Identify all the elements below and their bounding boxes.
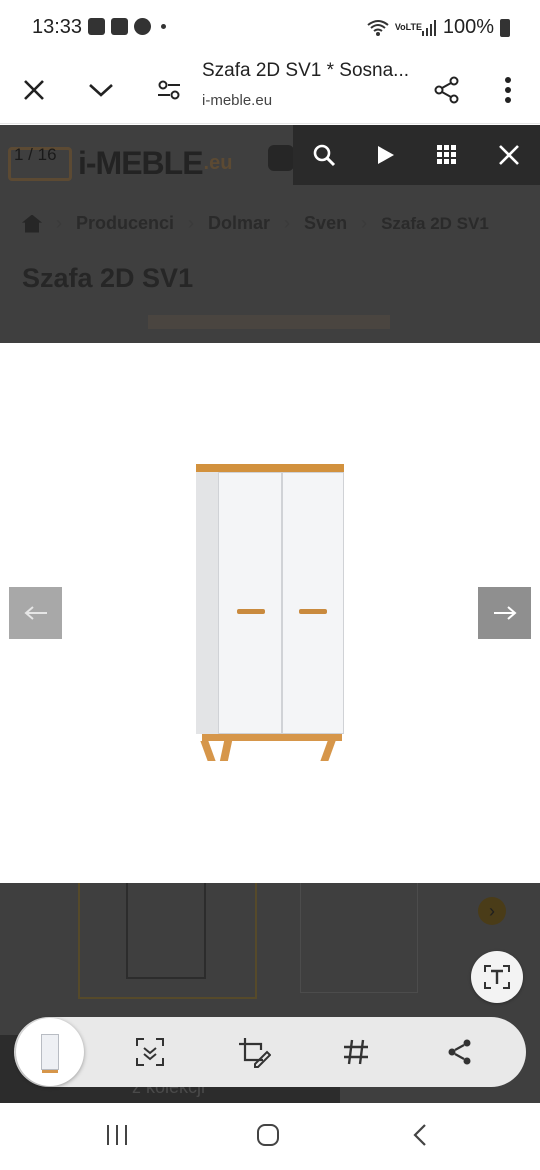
site-settings-button[interactable] — [145, 66, 193, 114]
zoom-button[interactable] — [293, 125, 355, 185]
page-title-label: Szafa 2D SV1 * Sosna... — [202, 60, 410, 81]
battery-percent: 100% — [442, 16, 494, 38]
breadcrumb-item: Sven — [304, 213, 348, 233]
product-image-edge — [148, 315, 390, 329]
text-scan-icon — [484, 965, 510, 989]
recents-icon — [107, 1125, 127, 1145]
tune-icon — [158, 80, 180, 100]
volte-label: VoLTE — [394, 22, 423, 32]
recent-apps-button[interactable] — [92, 1115, 142, 1155]
minimize-button[interactable] — [77, 66, 125, 114]
logo-text: i-MEBLE — [78, 145, 204, 181]
arrow-right-icon — [493, 606, 517, 620]
product-image — [194, 464, 346, 762]
breadcrumb-separator: › — [284, 213, 291, 233]
more-vert-icon — [505, 77, 511, 103]
hashtag-icon — [344, 1039, 368, 1065]
breadcrumb-separator: › — [188, 213, 195, 233]
home-icon — [257, 1124, 279, 1146]
thumbnail-item — [300, 883, 418, 993]
play-icon — [377, 146, 394, 164]
share-screenshot-button[interactable] — [434, 1026, 486, 1078]
status-time: 13:33 — [32, 16, 83, 38]
back-icon — [413, 1124, 426, 1146]
notification-icons — [88, 18, 166, 35]
breadcrumb-item: Dolmar — [208, 213, 271, 233]
breadcrumb-separator: › — [361, 213, 368, 233]
share-icon — [448, 1039, 471, 1065]
arrow-left-icon — [23, 606, 47, 620]
image-icon — [88, 18, 105, 35]
breadcrumb-item: Szafa 2D SV1 — [381, 213, 489, 233]
zoom-icon — [313, 144, 335, 167]
thumbnail-next-icon: › — [478, 897, 506, 925]
next-image-button[interactable] — [478, 587, 531, 639]
add-tags-button[interactable] — [330, 1026, 382, 1078]
phone-icon — [268, 145, 294, 171]
status-bar: 13:33 VoLTE 100% — [0, 0, 540, 56]
edit-screenshot-button[interactable] — [228, 1026, 280, 1078]
extract-text-button[interactable] — [471, 951, 523, 1003]
crop-edit-icon — [239, 1038, 271, 1068]
breadcrumb: › Producenci › Dolmar › Sven › Szafa 2D … — [22, 213, 489, 234]
battery-icon — [500, 18, 510, 37]
thumbnail-item — [78, 883, 257, 999]
share-button[interactable] — [423, 66, 471, 114]
facebook-icon — [134, 18, 151, 35]
image-counter: 1 / 16 — [14, 145, 57, 164]
chevron-down-icon — [89, 84, 113, 97]
lightbox-toolbar — [293, 125, 540, 185]
system-nav-bar — [0, 1103, 540, 1170]
screenshot-preview[interactable] — [16, 1018, 84, 1086]
more-options-button[interactable] — [484, 66, 532, 114]
breadcrumb-item: Producenci — [76, 213, 175, 233]
slideshow-button[interactable] — [355, 125, 417, 185]
home-icon — [22, 214, 42, 233]
status-right: VoLTE 100% — [367, 16, 510, 39]
wifi-icon — [367, 19, 389, 36]
checkbox-icon — [111, 18, 128, 35]
back-button[interactable] — [395, 1115, 445, 1155]
close-lightbox-button[interactable] — [478, 125, 540, 185]
dot-icon — [161, 24, 166, 29]
wardrobe-thumbnail-icon — [41, 1034, 59, 1073]
close-tab-button[interactable] — [10, 66, 58, 114]
scroll-capture-icon — [136, 1038, 164, 1066]
logo-suffix: .eu — [203, 152, 233, 174]
browser-toolbar: Szafa 2D SV1 * Sosna... i-meble.eu — [0, 56, 540, 124]
scroll-capture-button[interactable] — [124, 1026, 176, 1078]
breadcrumb-separator: › — [56, 213, 62, 233]
close-icon — [499, 145, 520, 165]
url-label: i-meble.eu — [202, 92, 273, 109]
share-icon — [434, 76, 459, 104]
close-icon — [24, 80, 44, 100]
grid-icon — [437, 145, 457, 164]
page-title: Szafa 2D SV1 — [22, 263, 194, 293]
home-button[interactable] — [243, 1115, 293, 1155]
lightbox-image-stage[interactable] — [0, 343, 540, 883]
signal-icon — [421, 19, 436, 36]
previous-image-button[interactable] — [9, 587, 62, 639]
thumbnails-button[interactable] — [417, 125, 479, 185]
